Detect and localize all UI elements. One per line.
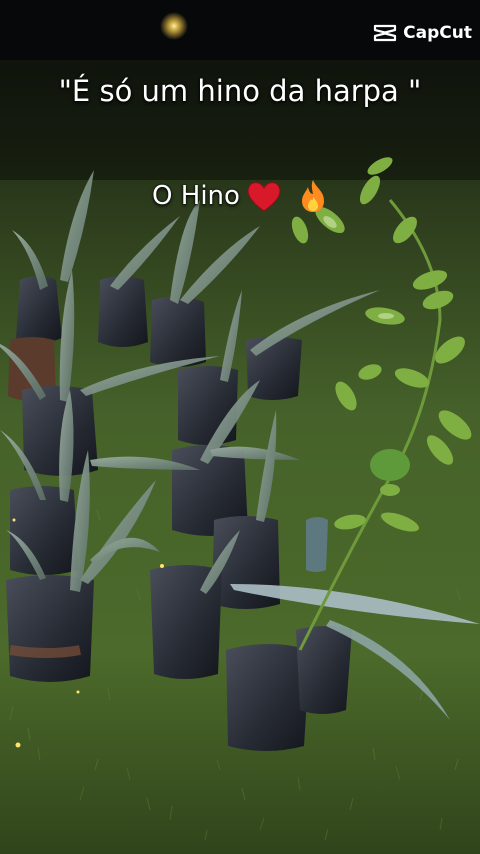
- capcut-logo-icon: [374, 24, 397, 42]
- caption-title: "É só um hino da harpa ": [58, 74, 422, 108]
- caption-subtitle-text: O Hino: [152, 181, 240, 211]
- capcut-watermark: CapCut: [373, 20, 472, 46]
- fire-icon: [301, 180, 324, 212]
- watermark-text: CapCut: [403, 23, 472, 43]
- heart-icon: [247, 182, 281, 212]
- caption-subtitle: O Hino: [0, 178, 480, 214]
- lamp-light: [160, 12, 188, 40]
- night-garden-photo: [0, 0, 480, 854]
